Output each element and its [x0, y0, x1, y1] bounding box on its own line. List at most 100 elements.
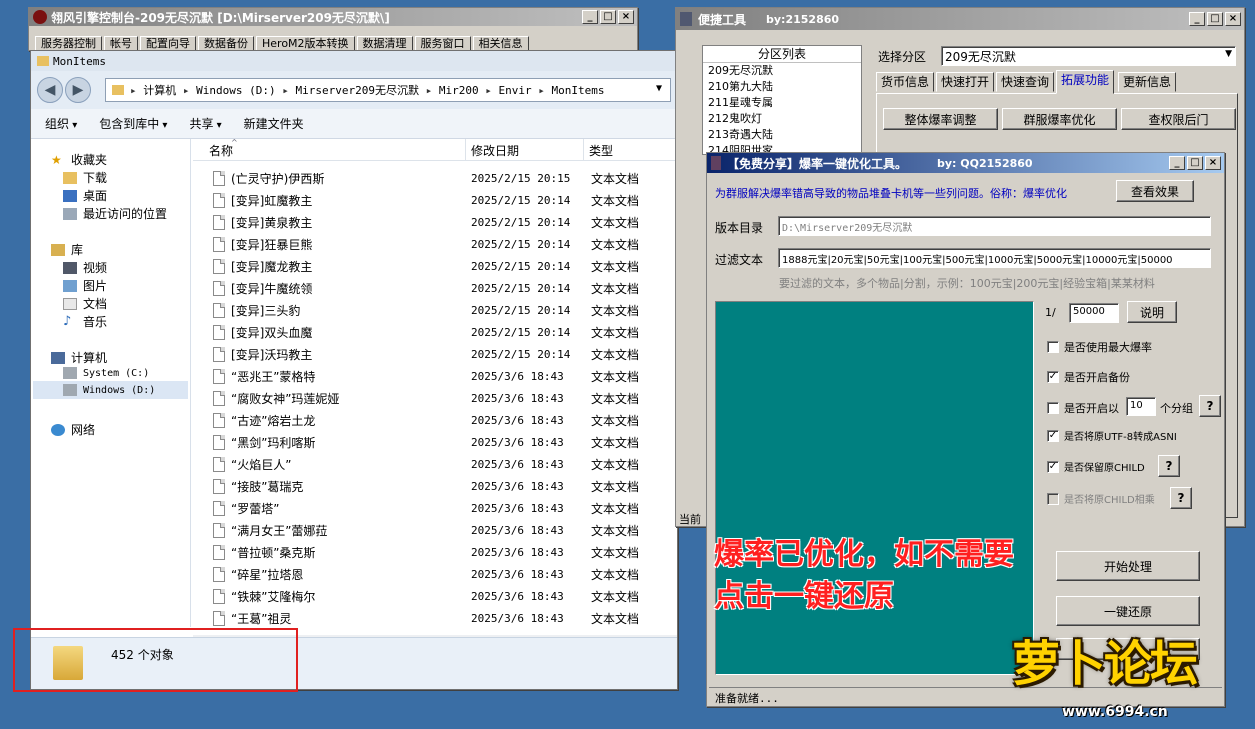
partition-list[interactable]: 分区列表 209无尽沉默 210第九大陆 211星魂专属 212鬼吹灯 213奇遇大陆 2…	[702, 45, 862, 155]
file-row[interactable]: [变异]双头血魔 2025/2/15 20:14 文本文档	[193, 321, 677, 343]
partition-item[interactable]: 211星魂专属	[708, 95, 861, 111]
nav-videos[interactable]: 视频	[63, 259, 107, 276]
nav-drive-c[interactable]: System (C:)	[63, 367, 149, 379]
tools-titlebar[interactable]: 便捷工具 by:2152860	[676, 8, 1244, 30]
keep-child-checkbox[interactable]: ✓ 是否保留原CHILD	[1047, 459, 1145, 474]
file-row[interactable]: “碎星”拉塔恩 2025/3/6 18:43 文本文档	[193, 563, 677, 585]
file-row[interactable]: “火焰巨人” 2025/3/6 18:43 文本文档	[193, 453, 677, 475]
multiply-child-help-button[interactable]: ?	[1170, 487, 1192, 509]
nav-pictures[interactable]: 图片	[63, 277, 107, 294]
partition-item[interactable]: 210第九大陆	[708, 79, 861, 95]
file-row[interactable]: “满月女王”蕾娜菈 2025/3/6 18:43 文本文档	[193, 519, 677, 541]
group-drop-rate-button[interactable]: 群服爆率优化	[1002, 108, 1117, 130]
toolbar-button[interactable]: 新建文件夹	[244, 115, 304, 132]
minimize-button[interactable]: _	[1169, 156, 1185, 170]
filter-text-input[interactable]: 1888元宝|20元宝|50元宝|100元宝|500元宝|1000元宝|5000…	[778, 248, 1211, 268]
close-button[interactable]: ×	[1205, 156, 1221, 170]
chevron-down-icon[interactable]: ▼	[1225, 49, 1232, 59]
nav-library[interactable]: 库	[51, 241, 83, 258]
breadcrumb-separator[interactable]: ▸	[276, 84, 296, 97]
group-count-input[interactable]: 10	[1126, 397, 1156, 416]
column-type[interactable]: 类型	[589, 142, 613, 159]
tools-tab[interactable]: 货币信息	[876, 72, 935, 92]
chevron-down-icon[interactable]: ▼	[656, 83, 662, 94]
overall-drop-rate-button[interactable]: 整体爆率调整	[883, 108, 998, 130]
breadcrumb-item[interactable]: Mir200	[439, 84, 479, 97]
address-bar[interactable]: ▸ 计算机 ▸ Windows (D:) ▸ Mirserver209无尽沉默 …	[105, 78, 671, 102]
keep-child-help-button[interactable]: ?	[1158, 455, 1180, 477]
breadcrumb-item[interactable]: MonItems	[551, 84, 604, 97]
toolbar-button[interactable]: 包含到库中 ▾	[99, 115, 167, 132]
forward-button[interactable]: ▶	[65, 77, 91, 103]
partition-select[interactable]: 209无尽沉默 ▼	[941, 46, 1236, 66]
file-row[interactable]: [变异]狂暴巨熊 2025/2/15 20:14 文本文档	[193, 233, 677, 255]
breadcrumb-separator[interactable]: ▸	[130, 84, 143, 97]
breadcrumb-item[interactable]: 计算机	[143, 84, 176, 97]
breadcrumb-item[interactable]: Mirserver209无尽沉默	[295, 84, 418, 97]
file-row[interactable]: [变异]牛魔统领 2025/2/15 20:14 文本文档	[193, 277, 677, 299]
file-row[interactable]: (亡灵守护)伊西斯 2025/2/15 20:15 文本文档	[193, 167, 677, 189]
explain-button[interactable]: 说明	[1127, 301, 1177, 323]
file-row[interactable]: “王葛”祖灵 2025/3/6 18:43 文本文档	[193, 607, 677, 629]
breadcrumb-separator[interactable]: ▸	[176, 84, 196, 97]
ratio-input[interactable]: 50000	[1069, 303, 1119, 323]
file-row[interactable]: [变异]虹魔教主 2025/2/15 20:14 文本文档	[193, 189, 677, 211]
partition-item[interactable]: 213奇遇大陆	[708, 127, 861, 143]
file-row[interactable]: “腐败女神”玛莲妮娅 2025/3/6 18:43 文本文档	[193, 387, 677, 409]
checkbox-box[interactable]	[1047, 492, 1059, 505]
tools-tab[interactable]: 快速查询	[996, 72, 1055, 92]
version-dir-input[interactable]: D:\Mirserver209无尽沉默	[778, 216, 1211, 236]
nav-favorites[interactable]: ★ 收藏夹	[51, 151, 107, 168]
minimize-button[interactable]: _	[1189, 12, 1205, 26]
file-row[interactable]: “铁棘”艾隆梅尔 2025/3/6 18:43 文本文档	[193, 585, 677, 607]
maximize-button[interactable]: □	[600, 10, 616, 24]
column-divider[interactable]	[583, 139, 584, 161]
nav-drive-d[interactable]: Windows (D:)	[33, 381, 188, 399]
minimize-button[interactable]: _	[582, 10, 598, 24]
checkbox-box[interactable]	[1047, 341, 1059, 353]
console-titlebar[interactable]: 翎风引擎控制台-209无尽沉默 [D:\Mirserver209无尽沉默\]	[29, 8, 637, 26]
breadcrumb-separator[interactable]: ▸	[532, 84, 552, 97]
toolbar-button[interactable]: 共享 ▾	[189, 115, 221, 132]
file-row[interactable]: “接肢”葛瑞克 2025/3/6 18:43 文本文档	[193, 475, 677, 497]
nav-documents[interactable]: 文档	[63, 295, 107, 312]
max-rate-checkbox[interactable]: 是否使用最大爆率	[1047, 339, 1152, 355]
file-row[interactable]: “黑剑”玛利喀斯 2025/3/6 18:43 文本文档	[193, 431, 677, 453]
back-button[interactable]: ◀	[37, 77, 63, 103]
partition-item[interactable]: 212鬼吹灯	[708, 111, 861, 127]
group-help-button[interactable]: ?	[1199, 395, 1221, 417]
file-row[interactable]: [变异]黄泉教主 2025/2/15 20:14 文本文档	[193, 211, 677, 233]
file-row[interactable]: [变异]魔龙教主 2025/2/15 20:14 文本文档	[193, 255, 677, 277]
breadcrumb-item[interactable]: Envir	[498, 84, 531, 97]
tools-tab[interactable]: 更新信息	[1118, 72, 1177, 92]
multiply-child-checkbox[interactable]: 是否将原CHILD相乘	[1047, 491, 1155, 506]
file-row[interactable]: [变异]三头豹 2025/2/15 20:14 文本文档	[193, 299, 677, 321]
backup-checkbox[interactable]: ✓ 是否开启备份	[1047, 369, 1130, 385]
tools-tab[interactable]: 拓展功能	[1056, 70, 1115, 94]
file-row[interactable]: [变异]沃玛教主 2025/2/15 20:14 文本文档	[193, 343, 677, 365]
partition-item[interactable]: 209无尽沉默	[708, 63, 861, 79]
nav-network[interactable]: 网络	[51, 421, 95, 438]
maximize-button[interactable]: □	[1187, 156, 1203, 170]
column-date[interactable]: 修改日期	[471, 142, 519, 159]
breadcrumb-separator[interactable]: ▸	[419, 84, 439, 97]
nav-downloads[interactable]: 下载	[63, 169, 107, 186]
file-row[interactable]: “普拉顿”桑克斯 2025/3/6 18:43 文本文档	[193, 541, 677, 563]
checkbox-box[interactable]	[1047, 402, 1059, 414]
check-backdoor-button[interactable]: 查权限后门	[1121, 108, 1236, 130]
nav-computer[interactable]: 计算机	[51, 349, 107, 366]
file-row[interactable]: “恶兆王”蒙格特 2025/3/6 18:43 文本文档	[193, 365, 677, 387]
file-row[interactable]: “古迹”熔岩土龙 2025/3/6 18:43 文本文档	[193, 409, 677, 431]
nav-recent[interactable]: 最近访问的位置	[63, 205, 167, 222]
checkbox-box[interactable]: ✓	[1047, 371, 1059, 383]
column-divider[interactable]	[465, 139, 466, 161]
group-checkbox[interactable]: 是否开启以	[1047, 400, 1119, 416]
breadcrumb-separator[interactable]: ▸	[479, 84, 499, 97]
nav-desktop[interactable]: 桌面	[63, 187, 107, 204]
checkbox-box[interactable]: ✓	[1047, 460, 1059, 473]
optimizer-titlebar[interactable]: 【免费分享】爆率一键优化工具。 by: QQ2152860	[707, 153, 1224, 173]
nav-music[interactable]: ♪ 音乐	[63, 313, 107, 330]
explorer-titlebar[interactable]: MonItems	[31, 51, 677, 71]
view-effect-button[interactable]: 查看效果	[1116, 180, 1194, 202]
utf8-to-ansi-checkbox[interactable]: ✓ 是否将原UTF-8转成ASNI	[1047, 428, 1177, 443]
